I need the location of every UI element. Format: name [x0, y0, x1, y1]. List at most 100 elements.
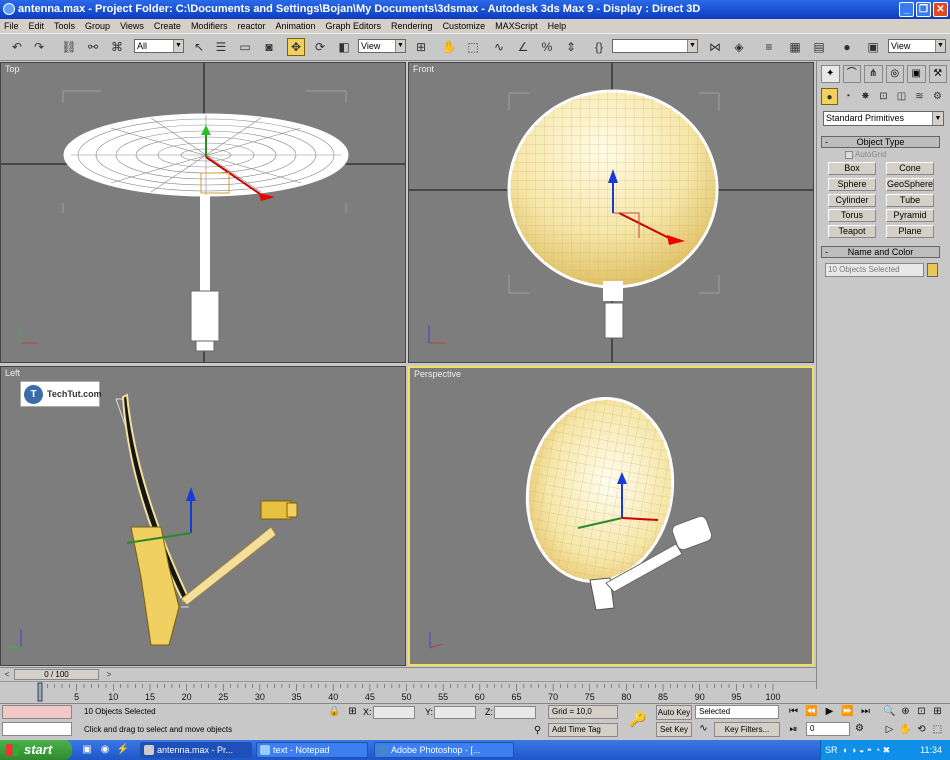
- close-button[interactable]: ✕: [933, 2, 948, 17]
- z-coordinate-input[interactable]: [494, 706, 536, 719]
- snaps-toggle-icon[interactable]: ∿: [490, 38, 508, 56]
- lock-selection-icon[interactable]: 🔒: [327, 705, 342, 719]
- lights-icon[interactable]: ✸: [857, 88, 874, 105]
- select-and-move-icon[interactable]: ✥: [287, 38, 305, 56]
- utilities-tab-icon[interactable]: ⚒: [928, 65, 947, 83]
- object-type-rollout-header[interactable]: - Object Type: [821, 136, 940, 148]
- menu-views[interactable]: Views: [120, 19, 144, 33]
- start-button[interactable]: start: [0, 740, 72, 760]
- edit-named-selection-icon[interactable]: {}: [590, 38, 608, 56]
- unlink-icon[interactable]: ⚯: [84, 38, 102, 56]
- layer-manager-icon[interactable]: ≡: [760, 38, 778, 56]
- name-and-color-rollout-header[interactable]: - Name and Color: [821, 246, 940, 258]
- menu-modifiers[interactable]: Modifiers: [191, 19, 228, 33]
- pivot-center-icon[interactable]: ⊞: [412, 38, 430, 56]
- create-tab-icon[interactable]: ✦: [821, 65, 840, 83]
- viewport-left[interactable]: Left: [0, 366, 406, 666]
- modify-tab-icon[interactable]: ⌒: [842, 65, 861, 83]
- object-name-field[interactable]: 10 Objects Selected: [825, 263, 924, 277]
- redo-icon[interactable]: ↷: [30, 38, 48, 56]
- time-prev-arrow-icon[interactable]: <: [2, 669, 12, 680]
- key-mode-select[interactable]: Selected: [695, 705, 779, 719]
- previous-frame-icon[interactable]: ⏪: [804, 705, 819, 719]
- time-configuration-icon[interactable]: ⚙: [852, 722, 867, 736]
- curve-editor-icon[interactable]: ▦: [786, 38, 804, 56]
- show-desktop-icon[interactable]: ▣: [80, 743, 94, 757]
- default-in-out-tangent-icon[interactable]: ∿: [696, 722, 711, 736]
- time-tag-icon[interactable]: ⚲: [530, 724, 545, 738]
- absolute-mode-icon[interactable]: ⊞: [345, 705, 360, 719]
- field-of-view-icon[interactable]: ▷: [882, 723, 897, 737]
- percent-snap-icon[interactable]: %: [538, 38, 556, 56]
- language-indicator[interactable]: SR: [825, 740, 838, 760]
- viewport-top[interactable]: Top: [0, 62, 406, 363]
- menu-reactor[interactable]: reactor: [237, 19, 265, 33]
- viewport-front[interactable]: Front: [408, 62, 814, 363]
- geosphere-button[interactable]: GeoSphere: [886, 178, 934, 191]
- box-button[interactable]: Box: [828, 162, 876, 175]
- angle-snap-icon[interactable]: ∠: [514, 38, 532, 56]
- key-mode-toggle-icon[interactable]: ⏯: [786, 723, 801, 737]
- mirror-icon[interactable]: ⋈: [706, 38, 724, 56]
- maximize-button[interactable]: ❐: [916, 2, 931, 17]
- viewport-perspective[interactable]: Perspective: [408, 366, 814, 666]
- display-tab-icon[interactable]: ▣: [907, 65, 926, 83]
- object-color-swatch[interactable]: [927, 263, 938, 277]
- maxscript-mini-listener[interactable]: [2, 722, 72, 736]
- menu-help[interactable]: Help: [548, 19, 567, 33]
- primitive-category-select[interactable]: Standard Primitives ▼: [823, 111, 944, 126]
- material-editor-icon[interactable]: ●: [838, 38, 856, 56]
- key-filters-button[interactable]: Key Filters...: [714, 722, 780, 737]
- menu-animation[interactable]: Animation: [275, 19, 315, 33]
- select-object-icon[interactable]: ↖: [190, 38, 208, 56]
- rectangular-selection-icon[interactable]: ▭: [236, 38, 254, 56]
- select-and-link-icon[interactable]: ⛓: [60, 38, 78, 56]
- arc-rotate-icon[interactable]: ⟲: [914, 723, 929, 737]
- selection-filter-select[interactable]: All ▼: [134, 39, 184, 53]
- clock[interactable]: 11:34: [920, 740, 942, 760]
- schematic-view-icon[interactable]: ▤: [810, 38, 828, 56]
- play-icon[interactable]: ▶: [822, 705, 837, 719]
- undo-icon[interactable]: ↶: [8, 38, 26, 56]
- viewport-label-front[interactable]: Front: [413, 64, 434, 74]
- tray-icons[interactable]: ◐ ◑ ◒ ◓ ◔ ✖: [843, 740, 890, 760]
- next-frame-icon[interactable]: ⏩: [840, 705, 855, 719]
- menu-edit[interactable]: Edit: [29, 19, 45, 33]
- systems-icon[interactable]: ⚙: [929, 88, 946, 105]
- autogrid-checkbox[interactable]: AutoGrid: [845, 150, 887, 159]
- motion-tab-icon[interactable]: ◎: [885, 65, 904, 83]
- zoom-icon[interactable]: 🔍: [882, 705, 897, 719]
- current-frame-field[interactable]: 0: [806, 722, 850, 736]
- y-coordinate-input[interactable]: [434, 706, 476, 719]
- current-frame-marker[interactable]: [37, 682, 43, 702]
- x-coordinate-input[interactable]: [373, 706, 415, 719]
- track-bar[interactable]: 0510152025303540455055606570758085909510…: [0, 681, 816, 703]
- viewport-label-left[interactable]: Left: [5, 368, 20, 378]
- taskbar-item-notepad[interactable]: text - Notepad: [256, 742, 368, 758]
- select-by-name-icon[interactable]: ☰: [212, 38, 230, 56]
- winamp-icon[interactable]: ⚡: [116, 743, 130, 757]
- torus-button[interactable]: Torus: [828, 209, 876, 222]
- key-icon[interactable]: 🔑: [628, 712, 648, 726]
- render-scene-icon[interactable]: ▣: [864, 38, 882, 56]
- select-and-rotate-icon[interactable]: ⟳: [311, 38, 329, 56]
- menu-customize[interactable]: Customize: [443, 19, 486, 33]
- sphere-button[interactable]: Sphere: [828, 178, 876, 191]
- viewport-label-perspective[interactable]: Perspective: [414, 369, 461, 379]
- space-warps-icon[interactable]: ≋: [911, 88, 928, 105]
- keyboard-shortcut-icon[interactable]: ⬚: [464, 38, 482, 56]
- spinner-snap-icon[interactable]: ⇕: [562, 38, 580, 56]
- taskbar-item-photoshop[interactable]: Adobe Photoshop - [...: [374, 742, 514, 758]
- tube-button[interactable]: Tube: [886, 194, 934, 207]
- teapot-button[interactable]: Teapot: [828, 225, 876, 238]
- menu-file[interactable]: File: [4, 19, 19, 33]
- zoom-extents-icon[interactable]: ⊡: [914, 705, 929, 719]
- zoom-all-icon[interactable]: ⊕: [898, 705, 913, 719]
- go-to-end-icon[interactable]: ⏭: [858, 705, 873, 719]
- time-next-arrow-icon[interactable]: >: [104, 669, 114, 680]
- reference-coordinate-select[interactable]: View ▼: [358, 39, 406, 53]
- menu-graph-editors[interactable]: Graph Editors: [326, 19, 382, 33]
- zoom-extents-all-icon[interactable]: ⊞: [930, 705, 945, 719]
- cylinder-button[interactable]: Cylinder: [828, 194, 876, 207]
- maxscript-listener-field[interactable]: [2, 705, 72, 719]
